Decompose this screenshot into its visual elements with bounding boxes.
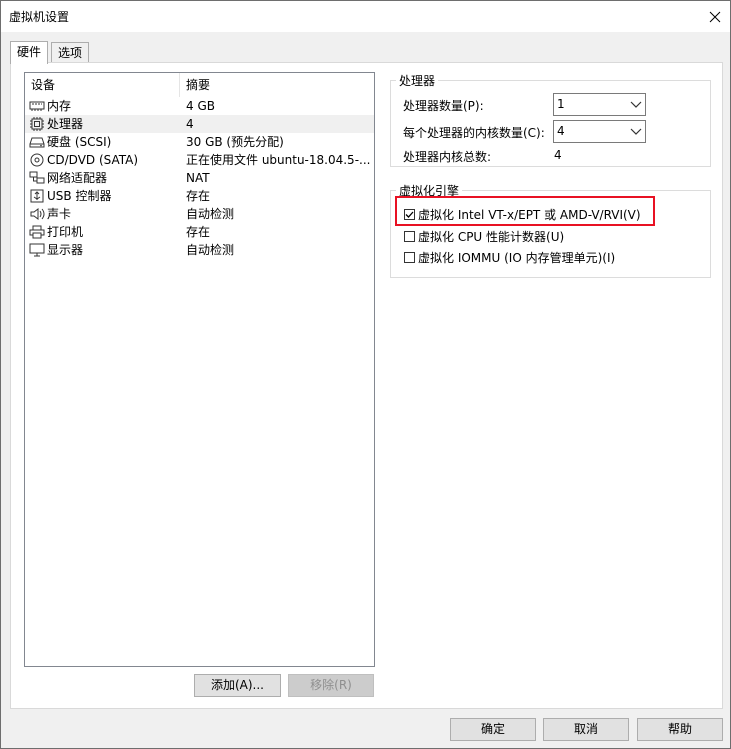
cores-per-processor-label: 每个处理器的内核数量(C): (403, 126, 545, 140)
ok-button-label: 确定 (480, 722, 505, 736)
device-row-hard-disk[interactable]: 硬盘 (SCSI) 30 GB (预先分配) (25, 133, 374, 151)
tab-hardware[interactable]: 硬件 (10, 41, 49, 64)
device-name: 显示器 (47, 243, 84, 257)
checkbox-box (404, 251, 415, 263)
device-name: USB 控制器 (47, 189, 112, 203)
device-name: 内存 (47, 99, 72, 113)
processor-count-value: 1 (557, 97, 565, 111)
network-adapter-icon (29, 171, 45, 184)
display-icon (29, 243, 45, 257)
processor-count-label: 处理器数量(P): (403, 99, 484, 113)
device-name: 处理器 (47, 117, 84, 131)
title-bar[interactable]: 虚拟机设置 (1, 1, 730, 32)
column-header-device[interactable]: 设备 (25, 73, 180, 97)
processor-count-select[interactable]: 1 (553, 93, 646, 116)
cd-dvd-icon (30, 153, 44, 167)
device-list[interactable]: 设备 摘要 内存 4 GB 处理器 4 硬盘 (SCSI) 30 GB (预先分… (24, 72, 375, 667)
iommu-label: 虚拟化 IOMMU (IO 内存管理单元)(I) (418, 250, 616, 265)
device-row-network-adapter[interactable]: 网络适配器 NAT (25, 169, 374, 187)
cancel-button[interactable]: 取消 (543, 718, 629, 741)
processor-group-title: 处理器 (396, 72, 439, 89)
help-button-label: 帮助 (667, 722, 692, 736)
device-summary: 存在 (186, 225, 211, 239)
iommu-checkbox[interactable]: 虚拟化 IOMMU (IO 内存管理单元)(I) (404, 248, 615, 266)
remove-device-button[interactable]: 移除(R) (288, 674, 374, 697)
total-cores-label: 处理器内核总数: (403, 150, 492, 164)
sound-card-icon (30, 208, 45, 220)
device-summary: NAT (186, 171, 210, 185)
device-summary: 自动检测 (186, 207, 235, 221)
close-button[interactable] (700, 1, 730, 32)
tab-options-label: 选项 (58, 46, 83, 60)
device-list-header: 设备 摘要 (25, 73, 374, 97)
help-button[interactable]: 帮助 (637, 718, 723, 741)
remove-device-button-label: 移除(R) (310, 678, 352, 692)
device-summary: 30 GB (预先分配) (186, 135, 284, 149)
device-summary: 存在 (186, 189, 211, 203)
device-row-cd-dvd[interactable]: CD/DVD (SATA) 正在使用文件 ubuntu-18.04.5-... (25, 151, 374, 169)
vm-settings-window: 虚拟机设置 硬件 选项 设备 摘要 内存 4 GB 处理器 4 硬盘 (SCSI… (0, 0, 731, 749)
device-row-usb-controller[interactable]: USB 控制器 存在 (25, 187, 374, 205)
highlight-annotation (395, 196, 655, 226)
device-row-memory[interactable]: 内存 4 GB (25, 97, 374, 115)
ok-button[interactable]: 确定 (450, 718, 536, 741)
device-row-sound-card[interactable]: 声卡 自动检测 (25, 205, 374, 223)
hardware-tab-panel: 设备 摘要 内存 4 GB 处理器 4 硬盘 (SCSI) 30 GB (预先分… (10, 62, 723, 709)
device-summary: 4 (186, 117, 194, 131)
device-name: CD/DVD (SATA) (47, 153, 139, 167)
column-header-summary[interactable]: 摘要 (180, 73, 366, 97)
cpu-perf-counters-label: 虚拟化 CPU 性能计数器(U) (418, 229, 565, 244)
column-header-summary-label: 摘要 (186, 78, 211, 92)
tab-options[interactable]: 选项 (51, 42, 90, 64)
chevron-down-icon (630, 101, 642, 108)
cancel-button-label: 取消 (573, 722, 598, 736)
hard-disk-icon (29, 137, 45, 148)
device-summary: 正在使用文件 ubuntu-18.04.5-... (186, 153, 371, 167)
device-name: 网络适配器 (47, 171, 108, 185)
device-row-printer[interactable]: 打印机 存在 (25, 223, 374, 241)
usb-icon (30, 189, 44, 203)
chevron-down-icon (630, 128, 642, 135)
memory-icon (29, 101, 45, 111)
device-summary: 4 GB (186, 99, 215, 113)
checkbox-box (404, 230, 415, 242)
close-icon (709, 11, 721, 22)
add-device-button[interactable]: 添加(A)... (194, 674, 281, 697)
device-row-processor[interactable]: 处理器 4 (25, 115, 374, 133)
cpu-perf-counters-checkbox[interactable]: 虚拟化 CPU 性能计数器(U) (404, 227, 564, 245)
window-title: 虚拟机设置 (9, 10, 70, 24)
add-device-button-label: 添加(A)... (210, 678, 265, 692)
device-name: 声卡 (47, 207, 72, 221)
cores-per-processor-select[interactable]: 4 (553, 120, 646, 143)
printer-icon (29, 225, 45, 239)
total-cores-value: 4 (554, 148, 562, 162)
device-name: 硬盘 (SCSI) (47, 135, 112, 149)
device-name: 打印机 (47, 225, 84, 239)
tab-hardware-label: 硬件 (17, 45, 42, 59)
device-row-display[interactable]: 显示器 自动检测 (25, 241, 374, 259)
cores-per-processor-value: 4 (557, 124, 565, 138)
processor-group: 处理器 处理器数量(P): 1 每个处理器的内核数量(C): 4 处理器内核总数… (390, 72, 711, 167)
processor-icon (30, 117, 44, 131)
device-summary: 自动检测 (186, 243, 235, 257)
column-header-device-label: 设备 (31, 78, 56, 92)
